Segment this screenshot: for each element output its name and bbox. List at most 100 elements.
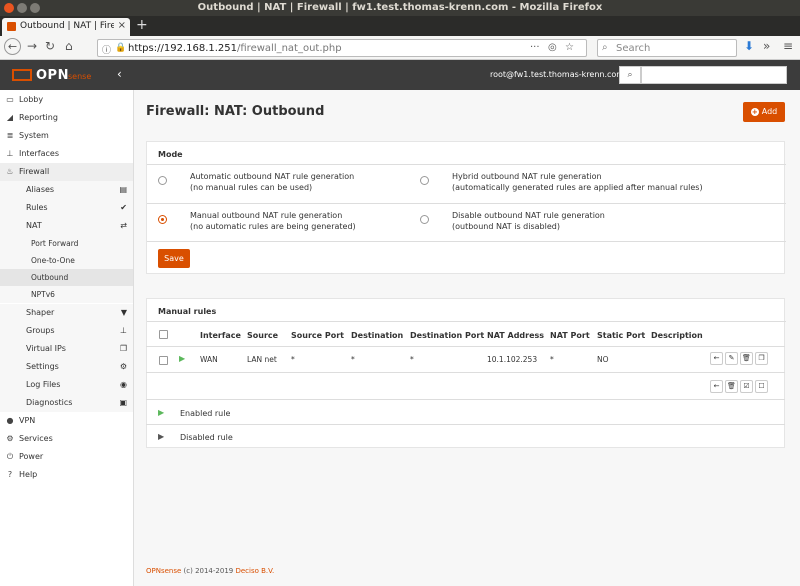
laptop-icon: ▭ [6, 95, 14, 104]
sidebar-item-nptv6[interactable]: NPTv6 [0, 286, 133, 303]
plug-icon: ⏻ [6, 452, 14, 461]
sidebar-item-interfaces[interactable]: ⊥ Interfaces [0, 145, 133, 163]
sidebar-item-lobby[interactable]: ▭ Lobby [0, 91, 133, 109]
browser-navbar: ← → ↻ ⌂ ⓘ 🔒 https://192.168.1.251/firewa… [0, 36, 800, 60]
cogs-icon: ⚙ [119, 362, 127, 371]
sidebar-item-help[interactable]: ? Help [0, 466, 133, 484]
move-selected-icon[interactable]: ← [710, 380, 723, 393]
sidebar-item-virtual-ips[interactable]: Virtual IPs ❐ [0, 340, 133, 358]
disable-mode-label[interactable]: Disable outbound NAT rule generation (ou… [452, 210, 605, 232]
sidebar-item-power[interactable]: ⏻ Power [0, 448, 133, 466]
home-icon[interactable]: ⌂ [65, 39, 73, 53]
enable-selected-icon[interactable]: ☑ [740, 380, 753, 393]
sidebar-item-nat[interactable]: NAT ⇄ [0, 217, 133, 235]
hamburger-menu-icon[interactable]: ≡ [783, 39, 793, 53]
overflow-menu-icon[interactable]: » [763, 39, 770, 53]
option-title: Automatic outbound NAT rule generation [190, 172, 355, 181]
header-search-icon[interactable]: ⌕ [619, 66, 641, 84]
sidebar-item-label: Power [19, 452, 44, 461]
sidebar-item-firewall[interactable]: ♨ Firewall [0, 163, 133, 181]
save-button[interactable]: Save [158, 249, 190, 268]
area-chart-icon: ◢ [6, 113, 14, 122]
add-button[interactable]: + Add [743, 102, 785, 122]
reload-icon[interactable]: ↻ [45, 39, 55, 53]
edit-pencil-icon[interactable]: ✎ [725, 352, 738, 365]
column-header[interactable]: Interface [200, 331, 241, 340]
column-header[interactable]: NAT Port [550, 331, 590, 340]
sidebar-item-label: Outbound [31, 273, 69, 282]
delete-selected-icon[interactable]: 🗑 [725, 380, 738, 393]
option-title: Manual outbound NAT rule generation [190, 211, 343, 220]
forward-icon[interactable]: → [27, 39, 37, 53]
legend-enabled: Enabled rule [180, 409, 231, 418]
sidebar-item-aliases[interactable]: Aliases ▤ [0, 181, 133, 199]
divider [146, 424, 785, 425]
sidebar-item-port-forward[interactable]: Port Forward [0, 235, 133, 252]
automatic-mode-radio[interactable] [158, 176, 167, 185]
disable-selected-icon[interactable]: ☐ [755, 380, 768, 393]
collapse-sidebar-icon[interactable]: ‹ [117, 67, 122, 81]
filter-icon: ▼ [120, 308, 127, 317]
select-all-checkbox[interactable] [159, 330, 168, 339]
delete-trash-icon[interactable]: 🗑 [740, 352, 753, 365]
hybrid-mode-label[interactable]: Hybrid outbound NAT rule generation (aut… [452, 171, 703, 193]
automatic-mode-label[interactable]: Automatic outbound NAT rule generation (… [190, 171, 354, 193]
sitemap-icon: ⊥ [6, 149, 14, 158]
more-actions-icon[interactable]: ··· [530, 42, 540, 53]
sidebar-item-log-files[interactable]: Log Files ◉ [0, 376, 133, 394]
sidebar-item-label: Groups [26, 326, 55, 335]
column-header[interactable]: Source [247, 331, 278, 340]
sitemap-icon: ⊥ [120, 326, 127, 335]
clone-icon: ❐ [119, 344, 127, 353]
downloads-icon[interactable]: ⬇ [744, 39, 754, 53]
column-header[interactable]: Description [651, 331, 703, 340]
sidebar-item-services[interactable]: ⚙ Services [0, 430, 133, 448]
column-header[interactable]: Destination Port [410, 331, 484, 340]
sidebar-item-system[interactable]: ≣ System [0, 127, 133, 145]
pocket-icon[interactable]: ◎ [548, 42, 557, 53]
opnsense-logo[interactable]: OPN sense [12, 68, 106, 83]
url-text[interactable]: https://192.168.1.251/firewall_nat_out.p… [128, 43, 342, 54]
sidebar-item-one-to-one[interactable]: One-to-One [0, 252, 133, 269]
insecure-lock-icon[interactable]: 🔒 [115, 43, 126, 53]
hybrid-mode-radio[interactable] [420, 176, 429, 185]
cell-source: LAN net [247, 355, 277, 364]
sidebar-item-diagnostics[interactable]: Diagnostics ▣ [0, 394, 133, 412]
url-path: /firewall_nat_out.php [237, 43, 342, 54]
browser-search-input[interactable]: ⌕ Search [597, 39, 737, 57]
cell-nat-port: * [550, 355, 554, 364]
manual-mode-label[interactable]: Manual outbound NAT rule generation (no … [190, 210, 356, 232]
bookmark-star-icon[interactable]: ☆ [565, 42, 574, 53]
move-arrow-icon[interactable]: ← [710, 352, 723, 365]
sidebar-item-vpn[interactable]: ● VPN [0, 412, 133, 430]
manual-rules-panel: Manual rules [146, 298, 786, 448]
info-icon[interactable]: ⓘ [102, 43, 111, 56]
sidebar-item-outbound[interactable]: Outbound [0, 269, 133, 286]
new-tab-button[interactable]: + [136, 17, 148, 33]
column-header[interactable]: Destination [351, 331, 403, 340]
footer-company-link[interactable]: Deciso B.V. [235, 567, 274, 575]
sidebar-item-settings[interactable]: Settings ⚙ [0, 358, 133, 376]
column-header[interactable]: Source Port [291, 331, 344, 340]
browser-tab[interactable]: Outbound | NAT | Firewall × [2, 18, 130, 36]
sidebar-item-groups[interactable]: Groups ⊥ [0, 322, 133, 340]
tab-close-icon[interactable]: × [118, 20, 126, 31]
enabled-play-icon[interactable]: ▶ [179, 354, 185, 363]
sidebar-item-shaper[interactable]: Shaper ▼ [0, 304, 133, 322]
back-icon[interactable]: ← [4, 38, 21, 55]
server-icon: ≣ [6, 131, 14, 140]
header-search-input[interactable] [641, 66, 787, 84]
url-bar[interactable]: ⓘ 🔒 https://192.168.1.251/firewall_nat_o… [97, 39, 587, 57]
clone-icon[interactable]: ❐ [755, 352, 768, 365]
sidebar-item-label: Virtual IPs [26, 344, 66, 353]
column-header[interactable]: NAT Address [487, 331, 544, 340]
manual-mode-radio[interactable] [158, 215, 167, 224]
app-header: OPN sense ‹ root@fw1.test.thomas-krenn.c… [0, 60, 800, 90]
sidebar-item-rules[interactable]: Rules ✔ [0, 199, 133, 217]
column-header[interactable]: Static Port [597, 331, 645, 340]
row-checkbox[interactable] [159, 356, 168, 365]
user-label[interactable]: root@fw1.test.thomas-krenn.com [490, 70, 624, 79]
footer-brand-link[interactable]: OPNsense [146, 567, 181, 575]
sidebar-item-reporting[interactable]: ◢ Reporting [0, 109, 133, 127]
disable-mode-radio[interactable] [420, 215, 429, 224]
